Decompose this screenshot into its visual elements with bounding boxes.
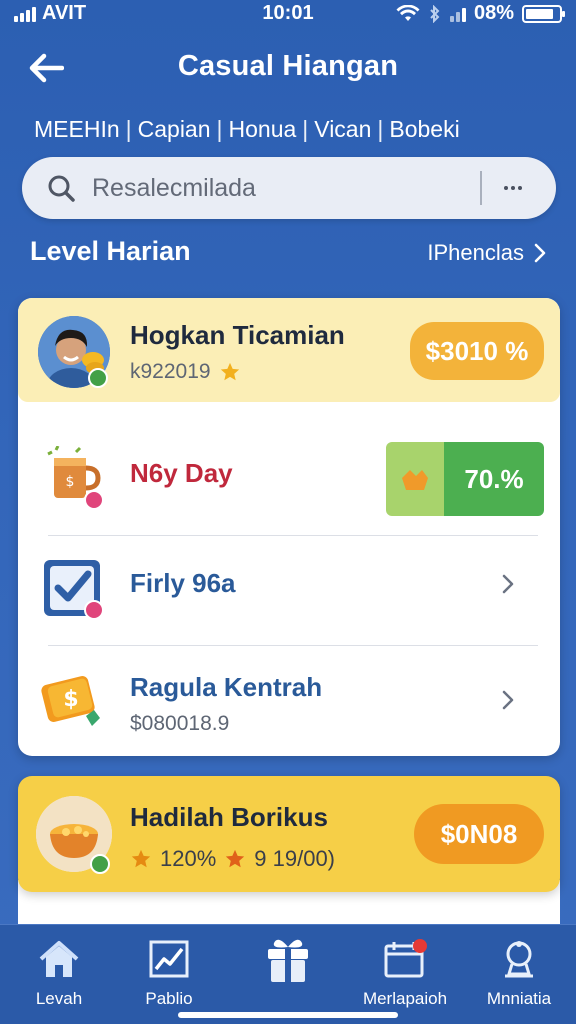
header: Casual Hiangan	[0, 40, 576, 96]
chart-icon	[149, 940, 189, 978]
progress-pill[interactable]: 70.%	[386, 442, 544, 516]
list-item[interactable]: $ Ragula Kentrah $080018.9	[18, 646, 560, 756]
star-icon	[131, 849, 151, 868]
battery-icon	[522, 4, 565, 23]
bonus-stat-2: 9 19/00)	[254, 846, 336, 871]
app-screen: AVIT 10:01 08% Casual Hiangan MEEHIn | C…	[0, 0, 576, 1024]
home-indicator[interactable]	[178, 1012, 398, 1018]
filter-tab-1[interactable]: MEEHIn	[34, 116, 120, 143]
nav-label: Merlapaioh	[362, 989, 448, 1008]
filter-separator: |	[302, 116, 309, 142]
more-options-icon[interactable]	[496, 171, 530, 205]
bluetooth-icon	[430, 4, 440, 23]
check-badge-icon	[90, 854, 110, 874]
chevron-right-icon	[502, 574, 514, 594]
star-icon	[220, 362, 239, 381]
row-title: Ragula Kentrah	[130, 672, 322, 703]
section-header: Level Harian IPhenclas	[30, 236, 546, 272]
list-item[interactable]: Firly 96a	[18, 536, 560, 646]
row-subtitle: $080018.9	[130, 712, 230, 735]
row-title: Firly 96a	[130, 568, 236, 598]
filter-separator: |	[377, 116, 384, 142]
filter-tab-4[interactable]: Vican	[314, 116, 371, 143]
row-subtitle-text: k922019	[130, 360, 211, 383]
bonus-stat-1: 120%	[160, 846, 217, 871]
svg-text:$: $	[66, 474, 75, 490]
status-right: 08%	[396, 2, 565, 25]
row-title-text: Ragula Kentrah	[130, 672, 323, 702]
progress-value: 70.%	[444, 442, 544, 516]
row-title: Hogkan Ticamian	[130, 320, 345, 350]
filter-tab-5[interactable]: Bobeki	[389, 116, 459, 143]
list-item[interactable]: $ N6y Day 70.%	[18, 420, 560, 536]
nav-label: Levah	[35, 989, 83, 1008]
filter-tabs: MEEHIn | Capian | Honua | Vican | Bobeki	[34, 116, 460, 143]
search-icon[interactable]	[46, 173, 76, 203]
bonus-stats: 120% 9 19/00)	[130, 846, 335, 872]
search-bar	[22, 157, 556, 219]
status-bar: AVIT 10:01 08%	[0, 0, 576, 30]
filter-separator: |	[125, 116, 132, 142]
nav-label: Pablio	[145, 989, 193, 1008]
search-input[interactable]	[92, 173, 472, 203]
calendar-icon	[384, 939, 427, 978]
bottom-nav: Levah Pablio Merlapaioh Mnniatia	[0, 924, 576, 1024]
filter-tab-3[interactable]: Honua	[229, 116, 297, 143]
nav-item-mnniatia[interactable]: Mnniatia	[464, 937, 574, 1017]
nav-item-merlapaioh[interactable]: Merlapaioh	[350, 937, 460, 1017]
svg-text:$: $	[63, 687, 78, 712]
nav-label: Mnniatia	[486, 989, 552, 1008]
notification-badge-icon	[84, 490, 104, 510]
nav-item-pablio[interactable]: Pablio	[114, 937, 224, 1017]
money-tag-icon: $	[41, 676, 100, 726]
hand-icon	[402, 470, 428, 490]
see-all-label: IPhenclas	[427, 240, 524, 265]
nav-item-levah[interactable]: Levah	[4, 937, 114, 1017]
home-icon	[39, 941, 79, 977]
row-subtitle: k922019	[130, 360, 241, 384]
check-badge-icon	[88, 368, 108, 388]
chevron-right-icon	[502, 690, 514, 710]
search-divider	[480, 171, 482, 205]
battery-percent: 08%	[473, 2, 514, 24]
page-title: Casual Hiangan	[177, 50, 399, 82]
star-icon	[226, 849, 245, 868]
bonus-claim-button[interactable]: $0N08	[414, 804, 544, 864]
gift-icon	[268, 939, 308, 982]
nav-item-gift[interactable]	[233, 937, 343, 1017]
section-title: Level Harian	[30, 236, 191, 266]
filter-separator: |	[216, 116, 223, 142]
reward-pill[interactable]: $3010 %	[410, 322, 544, 380]
list-item[interactable]: Hogkan Ticamian k922019 $3010 %	[18, 298, 560, 402]
notification-badge-icon	[84, 600, 104, 620]
cell-signal-icon	[449, 6, 466, 22]
filter-tab-2[interactable]: Capian	[138, 116, 211, 143]
bonus-title: Hadilah Borikus	[130, 802, 328, 832]
wifi-icon	[396, 4, 420, 21]
progress-track	[386, 442, 444, 516]
bonus-card[interactable]: Hadilah Borikus 120% 9 19/00) $0N08	[18, 776, 560, 892]
trophy-icon	[505, 941, 533, 978]
chevron-right-icon	[534, 243, 546, 263]
see-all-link[interactable]: IPhenclas	[427, 240, 546, 266]
row-title: N6y Day	[130, 458, 233, 488]
level-list-card: Hogkan Ticamian k922019 $3010 % $ N6y Da…	[18, 298, 560, 756]
